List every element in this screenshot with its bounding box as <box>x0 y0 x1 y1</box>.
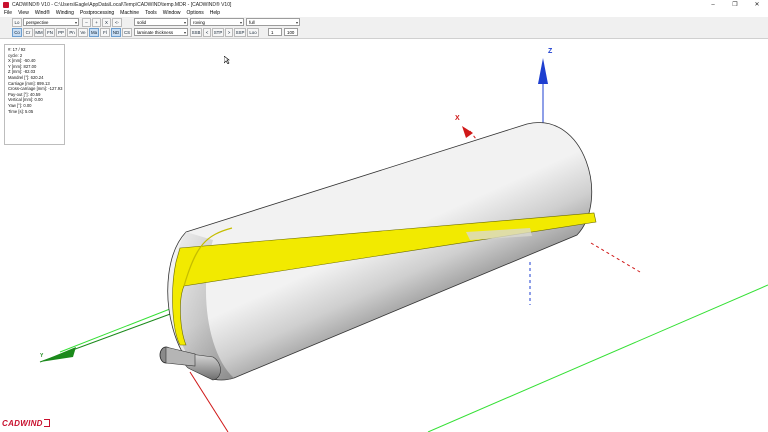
info-line-cross-carriage: Cross-carriage [mm]: -127.93 <box>8 86 63 92</box>
detail-mode-value: full <box>249 19 255 25</box>
color-mode-select[interactable]: roving ▾ <box>190 18 244 26</box>
chevron-down-icon: ▾ <box>295 20 298 25</box>
chevron-down-icon: ▾ <box>239 20 242 25</box>
logo-text: CADWIND <box>2 418 43 428</box>
percent-value: 100 <box>287 29 295 35</box>
info-line-time: Time [s]: 5.05 <box>8 108 34 114</box>
menu-view[interactable]: View <box>18 10 29 16</box>
percent-input[interactable]: 100 <box>284 28 298 36</box>
menu-options[interactable]: Options <box>187 10 204 16</box>
menu-machine[interactable]: Machine <box>120 10 139 16</box>
grid-line <box>427 284 768 432</box>
fn-button[interactable]: FN <box>45 28 55 37</box>
toolbar-row-1: Lo perspective ▾ – + X <- solid ▾ roving… <box>0 18 768 28</box>
display-option-select[interactable]: laminate thickness ▾ <box>134 28 188 36</box>
mouse-cursor-icon <box>224 56 230 64</box>
x-axis-label: X <box>455 115 460 122</box>
menu-postprocessing[interactable]: Postprocessing <box>80 10 114 16</box>
toolbar-row-2: Co Cr MM FN PP Pn Ve Ma Fl ND CS laminat… <box>0 28 768 38</box>
ssb-button[interactable]: SSB <box>190 28 202 37</box>
logo-mark <box>43 419 50 427</box>
menu-help[interactable]: Help <box>210 10 220 16</box>
fl-button[interactable]: Fl <box>100 28 110 37</box>
render-mode-value: solid <box>137 19 147 25</box>
chevron-down-icon: ▾ <box>183 20 186 25</box>
display-option-value: laminate thickness <box>137 29 174 35</box>
x-axis-arrow <box>462 126 473 138</box>
x-axis-dashed <box>590 242 641 273</box>
co-button[interactable]: Co <box>12 28 22 37</box>
chevron-down-icon: ▾ <box>183 30 186 35</box>
pp-button[interactable]: PP <box>56 28 66 37</box>
scene-canvas <box>39 58 768 432</box>
menu-file[interactable]: File <box>4 10 12 16</box>
chevron-down-icon: ▾ <box>74 20 77 25</box>
menu-tools[interactable]: Tools <box>145 10 157 16</box>
lo-button[interactable]: Lo <box>12 18 22 27</box>
close-button[interactable]: ✕ <box>746 0 768 9</box>
app-icon <box>3 1 9 8</box>
menu-bar: File View Wind® Winding Postprocessing M… <box>0 9 768 17</box>
render-mode-select[interactable]: solid ▾ <box>134 18 188 26</box>
menu-winding[interactable]: Winding <box>56 10 74 16</box>
menu-window[interactable]: Window <box>163 10 181 16</box>
ma-button[interactable]: Ma <box>89 28 99 37</box>
x-button[interactable]: X <box>102 18 111 27</box>
back-button[interactable]: <- <box>112 18 122 27</box>
cr-button[interactable]: Cr <box>23 28 33 37</box>
zoom-out-button[interactable]: – <box>82 18 91 27</box>
ssp-button[interactable]: SSP <box>234 28 246 37</box>
z-axis-arrow <box>538 58 548 84</box>
cadwind-logo: CADWIND <box>2 417 50 429</box>
toolbar: Lo perspective ▾ – + X <- solid ▾ roving… <box>0 17 768 39</box>
y-axis-label: Y <box>40 353 44 359</box>
title-bar: CADWIND® V10 - C:\Users\Eagle\AppData\Lo… <box>0 0 768 9</box>
zoom-in-button[interactable]: + <box>92 18 101 27</box>
projection-value: perspective <box>26 19 49 25</box>
step-input[interactable]: 1 <box>268 28 282 36</box>
3d-viewport[interactable]: Z X Y <box>0 40 768 432</box>
maximize-button[interactable]: ❐ <box>724 0 746 9</box>
color-mode-value: roving <box>193 19 205 25</box>
ve-button[interactable]: Ve <box>78 28 88 37</box>
y-axis-arrow <box>40 347 76 362</box>
step-back-button[interactable]: < <box>203 28 211 37</box>
window-title: CADWIND® V10 - C:\Users\Eagle\AppData\Lo… <box>12 1 232 8</box>
projection-select[interactable]: perspective ▾ <box>23 18 79 26</box>
x-axis-line <box>189 371 229 432</box>
info-panel: #: 17 / 92 cycle: 2 X [mm]: -50.40 Y [mm… <box>4 44 65 145</box>
menu-wind[interactable]: Wind® <box>35 10 50 16</box>
pn-button[interactable]: Pn <box>67 28 77 37</box>
detail-mode-select[interactable]: full ▾ <box>246 18 300 26</box>
step-forward-button[interactable]: > <box>225 28 233 37</box>
z-axis-label: Z <box>548 48 553 55</box>
nd-button[interactable]: ND <box>111 28 121 37</box>
minimize-button[interactable]: – <box>702 0 724 9</box>
stp-button[interactable]: STP <box>212 28 224 37</box>
mm-button[interactable]: MM <box>34 28 44 37</box>
step-value: 1 <box>271 29 274 35</box>
loo-button[interactable]: Loo <box>247 28 259 37</box>
cs-button[interactable]: CS <box>122 28 132 37</box>
